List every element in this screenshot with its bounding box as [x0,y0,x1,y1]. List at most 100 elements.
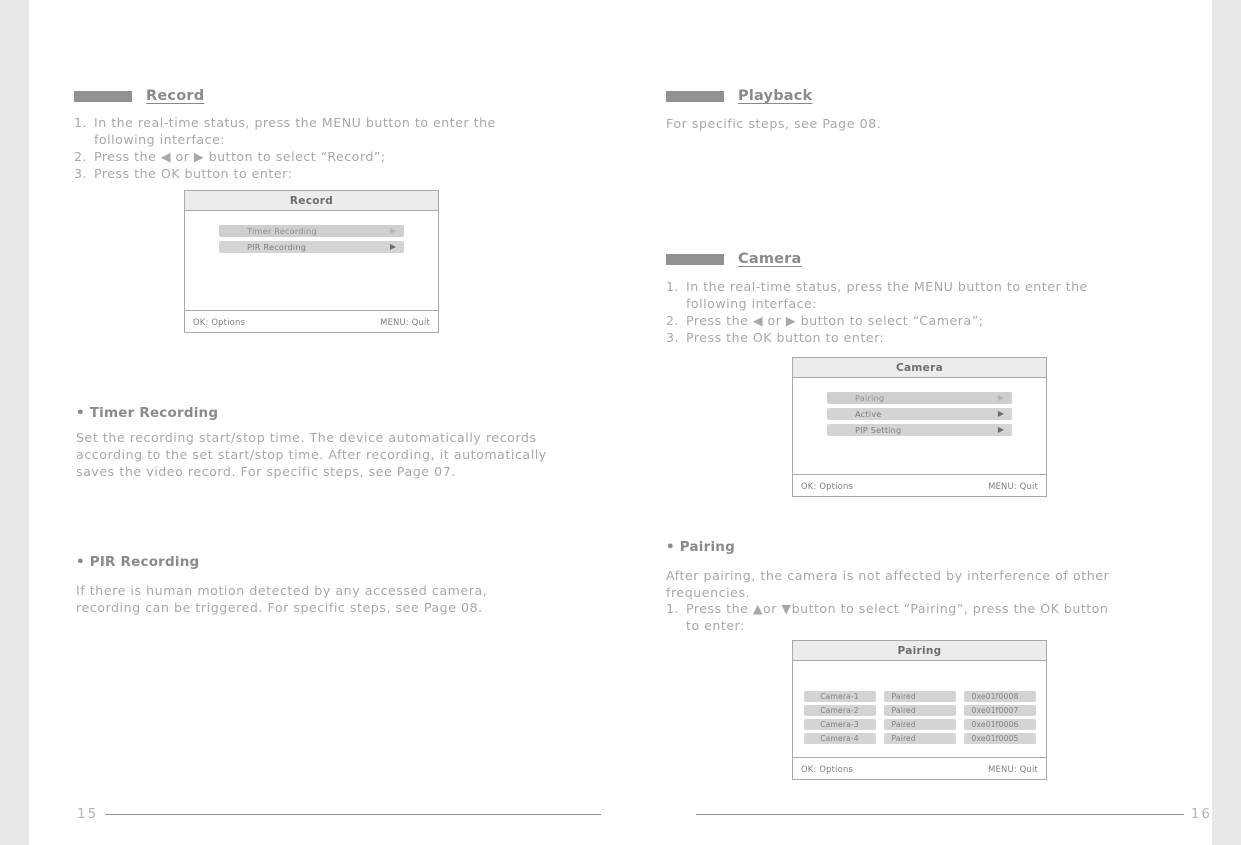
chevron-right-icon: ▶ [389,226,396,235]
step-item: 2. Press the ◀ or ▶ button to select “Re… [74,148,614,165]
section-title-playback: Playback [738,88,813,104]
step-text: Press the ◀ or ▶ button to select “Recor… [94,149,386,164]
menu-item-active[interactable]: Active ▶ [827,408,1012,420]
chevron-right-icon: ▶ [997,409,1004,418]
menu-item-timer-recording[interactable]: Timer Recording ▶ [219,225,404,237]
page-left: Record 1. In the real-time status, press… [48,0,621,845]
body-timer-recording: Set the recording start/stop time. The d… [76,430,547,479]
pairing-steps: 1. Press the ▲or ▼button to select “Pair… [666,600,1211,634]
pairing-table: Camera-1 Paired 0xe01f0008 Camera-2 Pair… [793,675,1046,744]
camera-menu-body: Pairing ▶ Active ▶ PIP Setting ▶ [793,378,1046,474]
step-number: 2. [666,313,680,328]
step-item: 2. Press the ◀ or ▶ button to select “Ca… [666,312,1206,329]
document-sheet: Record 1. In the real-time status, press… [29,0,1212,845]
body-pir-recording: If there is human motion detected by any… [76,583,488,615]
camera-id-cell: 0xe01f0008 [963,691,1036,702]
footer-right: 16 [696,806,1212,822]
record-steps: 1. In the real-time status, press the ME… [74,114,614,182]
section-heading-record: Record [74,88,204,104]
step-text: Press the OK button to enter: [94,166,293,181]
menu-item-label: Timer Recording [247,226,317,236]
camera-name-cell: Camera-4 [803,733,876,744]
camera-id-cell: 0xe01f0006 [963,719,1036,730]
step-number: 3. [74,166,88,181]
menu-item-label: PIP Setting [855,425,902,435]
menu-item-pip-setting[interactable]: PIP Setting ▶ [827,424,1012,436]
menu-item-label: Active [855,409,882,419]
footer-menu-hint: MENU: Quit [380,316,430,327]
footer-rule [696,813,1184,815]
page-number-right: 16 [1190,806,1212,822]
step-item: 1. In the real-time status, press the ME… [666,278,1206,312]
step-text: Press the ▲or ▼button to select “Pairing… [686,601,1109,633]
chevron-right-icon: ▶ [997,425,1004,434]
camera-id-cell: 0xe01f0007 [963,705,1036,716]
step-item: 3. Press the OK button to enter: [666,329,1206,346]
subheading-pir-recording: • PIR Recording [76,554,200,570]
section-title-record: Record [146,88,205,104]
table-row[interactable]: Camera-1 Paired 0xe01f0008 [803,691,1036,702]
step-number: 1. [666,601,680,616]
pairing-menu-body: Camera-1 Paired 0xe01f0008 Camera-2 Pair… [793,661,1046,757]
table-row[interactable]: Camera-4 Paired 0xe01f0005 [803,733,1036,744]
footer-ok-hint: OK: Options [193,316,246,327]
section-title-camera: Camera [738,251,802,267]
step-item: 1. In the real-time status, press the ME… [74,114,614,148]
camera-menu-footer: OK: Options MENU: Quit [793,474,1046,496]
section-heading-camera: Camera [666,251,802,267]
camera-name-cell: Camera-2 [803,705,876,716]
footer-rule [105,813,601,815]
step-number: 1. [74,115,88,130]
subheading-timer-recording: • Timer Recording [76,405,219,421]
subheading-pairing: • Pairing [666,539,735,555]
camera-name-cell: Camera-3 [803,719,876,730]
table-row[interactable]: Camera-2 Paired 0xe01f0007 [803,705,1036,716]
chevron-right-icon: ▶ [997,393,1004,402]
record-menu-screen: Record Timer Recording ▶ PIR Recording ▶… [184,190,439,333]
body-playback: For specific steps, see Page 08. [666,116,882,131]
step-item: 3. Press the OK button to enter: [74,165,614,182]
camera-state-cell: Paired [883,719,956,730]
section-swatch-icon [666,90,724,102]
menu-item-label: PIR Recording [247,242,307,252]
camera-steps: 1. In the real-time status, press the ME… [666,278,1206,346]
menu-item-pairing[interactable]: Pairing ▶ [827,392,1012,404]
body-pairing: After pairing, the camera is not affecte… [666,568,1110,600]
footer-ok-hint: OK: Options [801,480,854,491]
camera-id-cell: 0xe01f0005 [963,733,1036,744]
section-swatch-icon [74,90,132,102]
step-item: 1. Press the ▲or ▼button to select “Pair… [666,600,1211,634]
step-text: Press the ◀ or ▶ button to select “Camer… [686,313,984,328]
footer-menu-hint: MENU: Quit [988,480,1038,491]
step-number: 1. [666,279,680,294]
page-number-left: 15 [77,806,99,822]
record-menu-body: Timer Recording ▶ PIR Recording ▶ [185,211,438,310]
footer-menu-hint: MENU: Quit [988,763,1038,774]
camera-state-cell: Paired [883,705,956,716]
menu-item-label: Pairing [855,393,885,403]
section-heading-playback: Playback [666,88,812,104]
step-number: 3. [666,330,680,345]
menu-item-pir-recording[interactable]: PIR Recording ▶ [219,241,404,253]
camera-state-cell: Paired [883,691,956,702]
screenshot-canvas: Record 1. In the real-time status, press… [0,0,1241,845]
pairing-menu-screen: Pairing Camera-1 Paired 0xe01f0008 Camer… [792,640,1047,780]
step-number: 2. [74,149,88,164]
table-row[interactable]: Camera-3 Paired 0xe01f0006 [803,719,1036,730]
step-text: In the real-time status, press the MENU … [94,115,496,147]
step-text: In the real-time status, press the MENU … [686,279,1088,311]
footer-left: 15 [77,806,601,822]
chevron-right-icon: ▶ [389,242,396,251]
camera-state-cell: Paired [883,733,956,744]
pairing-menu-footer: OK: Options MENU: Quit [793,757,1046,779]
record-menu-title: Record [185,191,438,211]
section-swatch-icon [666,253,724,265]
camera-menu-screen: Camera Pairing ▶ Active ▶ PIP Setting ▶ [792,357,1047,497]
camera-menu-title: Camera [793,358,1046,378]
camera-name-cell: Camera-1 [803,691,876,702]
pairing-menu-title: Pairing [793,641,1046,661]
step-text: Press the OK button to enter: [686,330,885,345]
record-menu-footer: OK: Options MENU: Quit [185,310,438,332]
footer-ok-hint: OK: Options [801,763,854,774]
page-right: Playback For specific steps, see Page 08… [660,0,1212,845]
